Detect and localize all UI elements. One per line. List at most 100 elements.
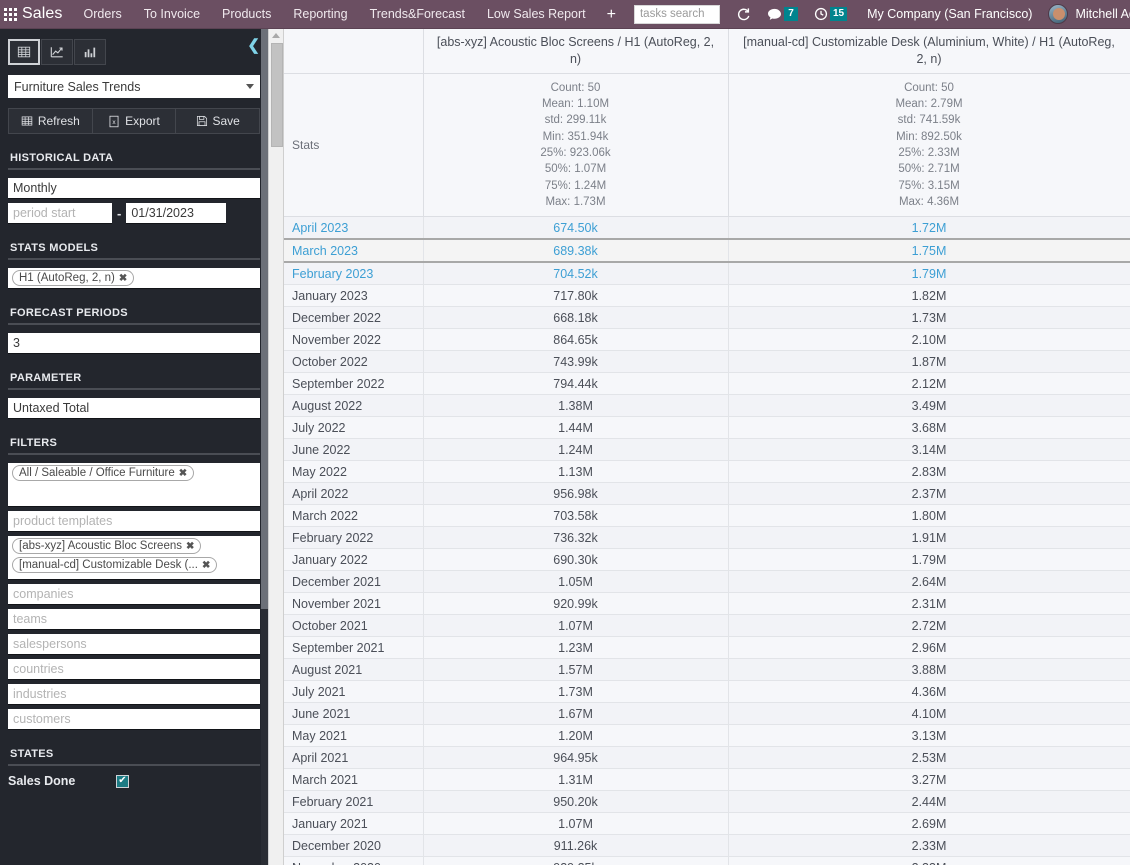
table-row[interactable]: April 2022956.98k2.37M (284, 483, 1130, 505)
industries-input[interactable]: industries (8, 684, 260, 705)
chevron-left-icon[interactable]: ❮ (247, 38, 260, 53)
tag-product-category[interactable]: All / Saleable / Office Furniture ✖ (12, 465, 194, 481)
content-scrollbar-thumb[interactable] (271, 43, 283, 147)
table-row[interactable]: November 2021920.99k2.31M (284, 593, 1130, 615)
products-input[interactable]: [abs-xyz] Acoustic Bloc Screens ✖ [manua… (8, 536, 260, 580)
menu-item-trends-forecast[interactable]: Trends&Forecast (359, 0, 476, 29)
salespersons-input[interactable]: salespersons (8, 634, 260, 655)
customers-input[interactable]: customers (8, 709, 260, 730)
row-value-product-2: 2.72M (728, 615, 1130, 637)
date-range-separator: - (117, 206, 121, 221)
teams-input[interactable]: teams (8, 609, 260, 630)
menu-item-orders[interactable]: Orders (73, 0, 133, 29)
refresh-button[interactable]: Refresh (8, 108, 93, 134)
row-value-product-2: 2.69M (728, 813, 1130, 835)
scroll-up-arrow-icon[interactable] (272, 33, 280, 38)
parameter-input[interactable]: Untaxed Total (8, 398, 260, 419)
table-row[interactable]: February 2023704.52k1.79M (284, 262, 1130, 285)
export-button[interactable]: x Export (93, 108, 177, 134)
table-row[interactable]: February 2022736.32k1.91M (284, 527, 1130, 549)
table-row[interactable]: October 2022743.99k1.87M (284, 351, 1130, 373)
app-brand-sales[interactable]: Sales (22, 5, 63, 23)
refresh-icon[interactable] (736, 7, 751, 22)
avatar[interactable] (1048, 4, 1068, 24)
companies-input[interactable]: companies (8, 584, 260, 605)
row-value-product-2: 1.79M (728, 549, 1130, 571)
tasks-search-input[interactable] (634, 5, 720, 24)
sidebar-scrollbar-thumb[interactable] (261, 29, 268, 609)
tag-remove-icon[interactable]: ✖ (179, 468, 187, 479)
apps-grid-icon[interactable] (4, 0, 17, 29)
table-row[interactable]: January 20211.07M2.69M (284, 813, 1130, 835)
table-row[interactable]: February 2021950.20k2.44M (284, 791, 1130, 813)
row-period: January 2022 (284, 549, 423, 571)
period-start-input[interactable]: period start (8, 203, 112, 224)
sales-done-checkbox[interactable]: ✔ (116, 775, 129, 788)
product-categories-input[interactable]: All / Saleable / Office Furniture ✖ (8, 463, 260, 507)
tag-stats-model[interactable]: H1 (AutoReg, 2, n) ✖ (12, 270, 134, 286)
trend-model-select[interactable]: Furniture Sales Trends (8, 75, 260, 98)
content-scrollbar[interactable] (268, 29, 284, 865)
table-row[interactable]: July 20221.44M3.68M (284, 417, 1130, 439)
table-row[interactable]: July 20211.73M4.36M (284, 681, 1130, 703)
tag-remove-icon[interactable]: ✖ (119, 273, 127, 284)
table-row[interactable]: March 2023689.38k1.75M (284, 239, 1130, 262)
bar-chart-icon[interactable] (74, 39, 106, 65)
tag-remove-icon[interactable]: ✖ (186, 541, 194, 552)
table-row[interactable]: December 20211.05M2.64M (284, 571, 1130, 593)
period-end-input[interactable]: 01/31/2023 (126, 203, 226, 224)
save-button[interactable]: Save (176, 108, 260, 134)
row-value-product-1: 1.07M (423, 615, 728, 637)
table-row[interactable]: December 2022668.18k1.73M (284, 307, 1130, 329)
table-row[interactable]: September 20211.23M2.96M (284, 637, 1130, 659)
row-period: November 2022 (284, 329, 423, 351)
table-row[interactable]: September 2022794.44k2.12M (284, 373, 1130, 395)
add-menu-button[interactable]: + (597, 0, 626, 29)
table-row[interactable]: April 2021964.95k2.53M (284, 747, 1130, 769)
tag-product[interactable]: [manual-cd] Customizable Desk (... ✖ (12, 557, 217, 573)
table-row[interactable]: January 2022690.30k1.79M (284, 549, 1130, 571)
table-row[interactable]: March 20211.31M3.27M (284, 769, 1130, 791)
menu-item-products[interactable]: Products (211, 0, 282, 29)
menu-item-low-sales-report[interactable]: Low Sales Report (476, 0, 597, 29)
row-period: March 2022 (284, 505, 423, 527)
table-body: Stats Count: 50 Mean: 1.10M std: 299.11k… (284, 73, 1130, 865)
column-header-product-2[interactable]: [manual-cd] Customizable Desk (Aluminium… (728, 29, 1130, 73)
product-templates-input[interactable]: product templates (8, 511, 260, 532)
sidebar-scrollbar[interactable] (261, 29, 268, 865)
table-row[interactable]: December 2020911.26k2.33M (284, 835, 1130, 857)
table-row[interactable]: August 20211.57M3.88M (284, 659, 1130, 681)
tag-remove-icon[interactable]: ✖ (202, 560, 210, 571)
table-row[interactable]: June 20211.67M4.10M (284, 703, 1130, 725)
table-row[interactable]: October 20211.07M2.72M (284, 615, 1130, 637)
table-row[interactable]: August 20221.38M3.49M (284, 395, 1130, 417)
table-row[interactable]: January 2023717.80k1.82M (284, 285, 1130, 307)
column-header-product-1[interactable]: [abs-xyz] Acoustic Bloc Screens / H1 (Au… (423, 29, 728, 73)
granularity-input[interactable]: Monthly (8, 178, 260, 199)
menu-item-reporting[interactable]: Reporting (282, 0, 358, 29)
forecast-periods-input[interactable]: 3 (8, 333, 260, 354)
menu-item-to-invoice[interactable]: To Invoice (133, 0, 211, 29)
messages-icon[interactable]: 7 (767, 7, 798, 21)
table-row[interactable]: May 20211.20M3.13M (284, 725, 1130, 747)
company-selector[interactable]: My Company (San Francisco) (867, 7, 1032, 21)
table-corner-header (284, 29, 423, 73)
stats-models-input[interactable]: H1 (AutoReg, 2, n) ✖ (8, 268, 260, 289)
line-chart-icon[interactable] (41, 39, 73, 65)
row-value-product-2: 2.37M (728, 483, 1130, 505)
table-row[interactable]: April 2023674.50k1.72M (284, 217, 1130, 240)
table-row[interactable]: November 2020929.25k2.33M (284, 857, 1130, 865)
countries-input[interactable]: countries (8, 659, 260, 680)
section-divider (8, 764, 260, 766)
table-icon[interactable] (8, 39, 40, 65)
table-row[interactable]: November 2022864.65k2.10M (284, 329, 1130, 351)
row-period: February 2022 (284, 527, 423, 549)
activities-clock-icon[interactable]: 15 (814, 7, 847, 21)
user-menu[interactable]: Mitchell Admi (1075, 7, 1130, 21)
table-row[interactable]: March 2022703.58k1.80M (284, 505, 1130, 527)
tag-product[interactable]: [abs-xyz] Acoustic Bloc Screens ✖ (12, 538, 201, 554)
table-row[interactable]: June 20221.24M3.14M (284, 439, 1130, 461)
table-row[interactable]: May 20221.13M2.83M (284, 461, 1130, 483)
row-value-product-1: 1.67M (423, 703, 728, 725)
save-button-label: Save (213, 114, 240, 128)
